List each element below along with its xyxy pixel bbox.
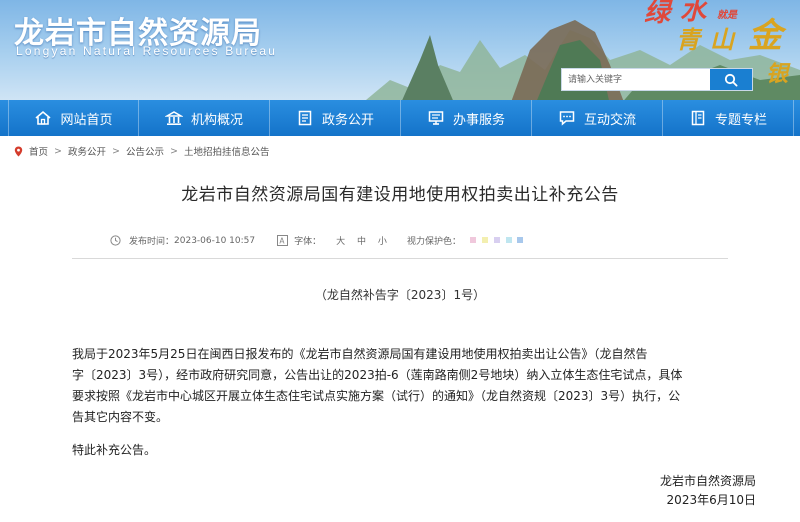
paragraph-line: 要求按照《龙岩市中心城区开展立体生态住宅试点实施方案（试行）的通知》（龙自然资规… — [72, 389, 681, 403]
location-pin-icon — [14, 146, 23, 156]
signature-date: 2023年6月10日 — [666, 493, 756, 507]
slogan-char-4: 青 — [676, 25, 700, 54]
vision-color-yellow[interactable] — [481, 236, 488, 243]
search-icon — [724, 73, 738, 87]
vision-color-lilac[interactable] — [493, 236, 500, 243]
main-nav: 网站首页 机构概况 政务公开 办事服务 互动交流 专题专栏 — [0, 100, 800, 136]
vision-color-options — [467, 236, 524, 246]
clock-icon — [110, 235, 121, 246]
font-label: 字体： — [294, 237, 322, 247]
search-box — [561, 68, 753, 91]
nav-item-label: 网站首页 — [60, 112, 113, 128]
document-icon — [298, 110, 312, 126]
vision-color-blue[interactable] — [517, 236, 524, 243]
nav-item-special-topics[interactable]: 专题专栏 — [663, 100, 794, 136]
vision-color-cyan[interactable] — [505, 236, 512, 243]
breadcrumb-announcements[interactable]: 公告公示 — [126, 144, 164, 158]
nav-item-label: 机构概况 — [190, 112, 243, 128]
breadcrumb: 首页 > 政务公开 > 公告公示 > 土地招拍挂信息公告 — [14, 144, 269, 158]
breadcrumb-home[interactable]: 首页 — [29, 144, 48, 158]
vision-label: 视力保护色： — [406, 237, 461, 247]
article-body: 我局于2023年5月25日在闽西日报发布的《龙岩市自然资源局国有建设用地使用权拍… — [72, 344, 760, 428]
slogan-char-1: 绿 — [644, 0, 671, 28]
building-icon — [164, 111, 183, 125]
signature-organization: 龙岩市自然资源局 — [659, 474, 756, 488]
closing-paragraph: 特此补充公告。 — [72, 443, 157, 457]
service-icon — [428, 111, 444, 125]
breadcrumb-government-affairs[interactable]: 政务公开 — [68, 144, 106, 158]
nav-item-interaction[interactable]: 互动交流 — [532, 100, 663, 136]
nav-item-label: 专题专栏 — [714, 112, 767, 128]
nav-item-services[interactable]: 办事服务 — [401, 100, 532, 136]
vision-color-pink[interactable] — [469, 236, 476, 243]
paragraph-line: 我局于2023年5月25日在闽西日报发布的《龙岩市自然资源局国有建设用地使用权拍… — [72, 347, 648, 361]
nav-item-home[interactable]: 网站首页 — [8, 100, 139, 136]
breadcrumb-separator: > — [54, 145, 62, 157]
article-title: 龙岩市自然资源局国有建设用地使用权拍卖出让补充公告 — [181, 185, 619, 205]
nav-item-label: 互动交流 — [583, 112, 636, 128]
site-subtitle: Longyan Natural Resources Bureau — [16, 44, 278, 58]
nav-item-organization[interactable]: 机构概况 — [139, 100, 270, 136]
paragraph-line: 字〔2023〕3号），经市政府研究同意，公告出让的2023拍-6（莲南路南侧2号… — [72, 368, 683, 382]
search-input[interactable] — [562, 69, 710, 90]
search-button[interactable] — [710, 69, 752, 90]
font-size-icon: A — [277, 235, 289, 246]
slogan-char-7: 银 — [766, 61, 789, 87]
header-banner: 龙岩市自然资源局 Longyan Natural Resources Burea… — [0, 0, 800, 100]
slogan-char-3: 就是 — [717, 10, 737, 21]
font-size-medium[interactable]: 中 — [357, 237, 366, 247]
font-size-large[interactable]: 大 — [336, 237, 345, 247]
svg-text:A: A — [280, 237, 286, 246]
nav-item-government-affairs[interactable]: 政务公开 — [270, 100, 401, 136]
slogan-char-6: 金 — [748, 16, 782, 56]
breadcrumb-separator: > — [169, 145, 178, 157]
font-size-small[interactable]: 小 — [378, 237, 387, 247]
paragraph-line: 告其它内容不变。 — [72, 410, 169, 424]
document-number: （龙自然补告字〔2023〕1号） — [314, 288, 486, 302]
book-icon — [691, 110, 705, 126]
chat-icon — [559, 111, 575, 126]
slogan-char-5: 山 — [710, 25, 734, 54]
publish-label: 发布时间： — [129, 237, 175, 247]
font-size-options: 大 中 小 — [327, 234, 387, 247]
breadcrumb-separator: > — [112, 145, 120, 157]
nav-item-label: 办事服务 — [452, 112, 505, 128]
publish-time: 2023-06-10 10:57 — [174, 235, 256, 246]
nav-item-label: 政务公开 — [321, 112, 374, 128]
article-meta: 发布时间： 2023-06-10 10:57 A 字体： 大 中 小 视力保护色… — [110, 234, 524, 247]
breadcrumb-land-auction-notices[interactable]: 土地招拍挂信息公告 — [184, 144, 270, 158]
divider — [72, 258, 728, 259]
home-icon — [35, 110, 52, 125]
